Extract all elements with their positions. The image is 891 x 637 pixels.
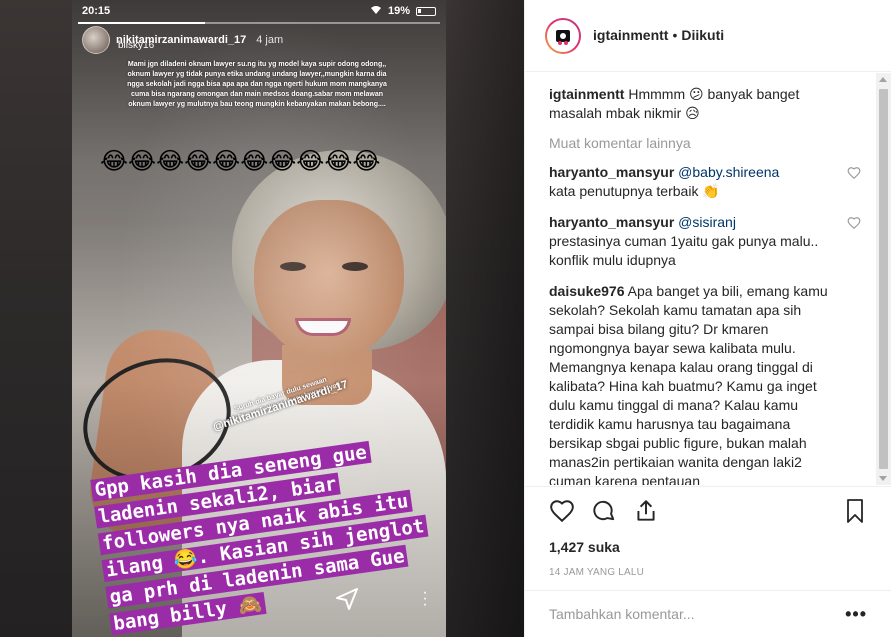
post-caption: igtainmentt Hmmmm 😕 banyak banget masala… (549, 85, 877, 123)
scroll-thumb[interactable] (879, 89, 888, 469)
instagram-post-viewer: 20:15 19% nikitamirzanimawardi_17 4 jam … (0, 0, 891, 637)
header-separator: • (672, 26, 678, 43)
battery-icon (416, 6, 436, 16)
more-vertical-icon: · · · (422, 584, 428, 613)
comment-text: prestasinya cuman 1yaitu gak punya malu.… (549, 233, 819, 268)
comment-username[interactable]: haryanto_mansyur (549, 214, 674, 230)
comments-scrollbar[interactable] (876, 73, 891, 485)
post-header: igtainmentt • Diikuti (525, 0, 891, 72)
post-actions: 1,427 suka 14 JAM YANG LALU (525, 486, 891, 578)
story-tag: bilsky16 (118, 40, 155, 51)
add-comment-bar: ••• (525, 590, 891, 637)
battery-text: 19% (387, 5, 410, 17)
story-header: nikitamirzanimawardi_17 4 jam (82, 26, 283, 54)
comment-row: daisuke976 Apa banget ya bili, emang kam… (549, 282, 877, 485)
header-meta: igtainmentt • Diikuti (593, 27, 724, 45)
caption-username[interactable]: igtainmentt (549, 86, 624, 102)
post-media[interactable]: 20:15 19% nikitamirzanimawardi_17 4 jam … (0, 0, 524, 637)
author-username[interactable]: igtainmentt (593, 27, 668, 43)
comment-mention[interactable]: @baby.shireena (678, 164, 779, 180)
share-icon[interactable] (633, 498, 659, 529)
comment-username[interactable]: haryanto_mansyur (549, 164, 674, 180)
save-bookmark-icon[interactable] (843, 498, 867, 529)
phone-status-bar: 20:15 19% (72, 0, 446, 22)
like-heart-icon[interactable] (549, 498, 575, 529)
like-comment-heart-icon[interactable] (847, 216, 861, 230)
post-sidebar: igtainmentt • Diikuti igtainmentt Hmmmm 😕 … (524, 0, 891, 637)
more-options-icon[interactable]: ••• (845, 604, 867, 625)
status-time: 20:15 (82, 5, 111, 17)
like-comment-heart-icon[interactable] (847, 166, 861, 180)
post-timestamp[interactable]: 14 JAM YANG LALU (549, 567, 867, 578)
send-icon (334, 586, 360, 612)
add-comment-input[interactable] (549, 606, 846, 622)
comment-text: Apa banget ya bili, emang kamu sekolah? … (549, 283, 828, 485)
comment-bubble-icon[interactable] (591, 498, 617, 529)
scroll-down-arrow[interactable] (879, 476, 887, 481)
action-icons (549, 497, 867, 529)
follow-status-button[interactable]: Diikuti (681, 27, 724, 43)
story-time: 4 jam (256, 34, 284, 46)
comment-row: haryanto_mansyur @sisiranj prestasinya c… (549, 213, 877, 270)
story-progress-bar (78, 22, 440, 24)
scroll-up-arrow[interactable] (879, 77, 887, 82)
load-more-comments-button[interactable]: Muat komentar lainnya (549, 135, 877, 151)
laughing-emoji-row: 😂😂😂😂😂😂😂😂😂😂 (100, 148, 381, 175)
comment-row: haryanto_mansyur @baby.shireena kata pen… (549, 163, 877, 201)
comment-username[interactable]: daisuke976 (549, 283, 625, 299)
media-edge-shade (444, 0, 524, 637)
status-right: 19% (370, 5, 436, 18)
story-top-text: Mami jgn diladeni oknum lawyer su.ng itu… (127, 61, 387, 108)
likes-count[interactable]: 1,427 suka (549, 539, 867, 555)
comment-mention[interactable]: @sisiranj (678, 214, 736, 230)
story-avatar (82, 26, 110, 54)
wifi-icon (370, 5, 382, 18)
comments-list[interactable]: igtainmentt Hmmmm 😕 banyak banget masala… (525, 73, 877, 485)
story-screenshot: 20:15 19% nikitamirzanimawardi_17 4 jam … (72, 0, 446, 637)
author-avatar[interactable] (545, 17, 581, 54)
comment-text: kata penutupnya terbaik 👏 (549, 183, 720, 199)
story-progress-fill (78, 22, 205, 24)
author-avatar-image (547, 19, 579, 52)
